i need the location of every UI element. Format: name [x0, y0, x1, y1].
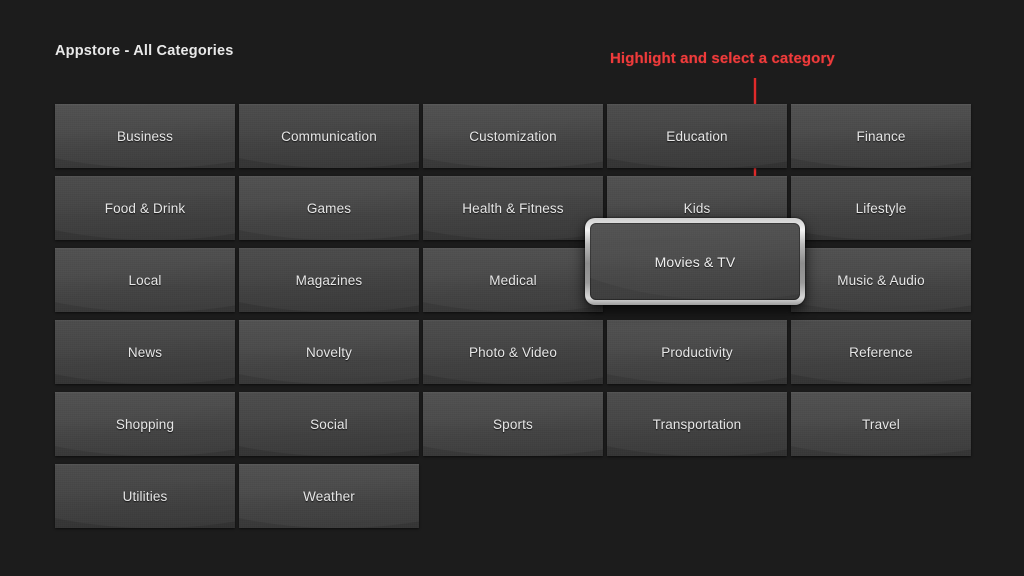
category-tile[interactable]: Shopping	[55, 392, 235, 456]
category-tile-label: Music & Audio	[837, 272, 925, 288]
category-tile-label: Business	[117, 128, 173, 144]
category-tile[interactable]: Health & Fitness	[423, 176, 603, 240]
category-tile-label: Lifestyle	[855, 200, 907, 216]
category-tile-label: Finance	[856, 128, 906, 144]
category-tile[interactable]: Local	[55, 248, 235, 312]
category-tile[interactable]: Utilities	[55, 464, 235, 528]
category-tile-label: Food & Drink	[104, 200, 186, 216]
category-tile-label: Magazines	[295, 272, 363, 288]
category-tile[interactable]: Reference	[791, 320, 971, 384]
category-tile[interactable]: Games	[239, 176, 419, 240]
category-tile[interactable]: Productivity	[607, 320, 787, 384]
category-tile[interactable]: Travel	[791, 392, 971, 456]
category-tile-label: Medical	[489, 272, 537, 288]
category-tile[interactable]: Music & Audio	[791, 248, 971, 312]
category-tile-label: Customization	[469, 128, 557, 144]
category-tile-selected[interactable]: Movies & TV	[585, 218, 805, 312]
category-tile-label: Kids	[683, 200, 711, 216]
category-tile[interactable]: News	[55, 320, 235, 384]
category-tile[interactable]: Communication	[239, 104, 419, 168]
category-tile[interactable]: Finance	[791, 104, 971, 168]
category-tile-label: Transportation	[652, 416, 742, 432]
category-tile-label: Novelty	[305, 344, 353, 360]
category-tile[interactable]: Education	[607, 104, 787, 168]
category-tile-label: Reference	[849, 344, 913, 360]
category-tile[interactable]: Transportation	[607, 392, 787, 456]
category-tile[interactable]: Medical	[423, 248, 603, 312]
selection-highlight-frame: Movies & TV	[585, 218, 805, 305]
category-tile[interactable]: Sports	[423, 392, 603, 456]
category-tile-label: Photo & Video	[468, 344, 558, 360]
category-tile[interactable]: Food & Drink	[55, 176, 235, 240]
category-tile-label: Communication	[281, 128, 377, 144]
category-tile-label: Health & Fitness	[462, 200, 564, 216]
category-tile-label: Local	[128, 272, 162, 288]
category-tile-label: Sports	[493, 416, 533, 432]
page-title: Appstore - All Categories	[55, 43, 234, 59]
category-tile-label: Shopping	[115, 416, 175, 432]
category-tile-label: Games	[306, 200, 352, 216]
category-tile-label: Movies & TV	[654, 253, 736, 270]
annotation-label: Highlight and select a category	[610, 50, 835, 67]
category-tile[interactable]: Photo & Video	[423, 320, 603, 384]
category-tile[interactable]: Novelty	[239, 320, 419, 384]
category-tile[interactable]: Lifestyle	[791, 176, 971, 240]
category-grid: Business Communication Customization Educat…	[55, 104, 971, 528]
category-tile-label: Weather	[303, 488, 355, 504]
category-tile[interactable]: Business	[55, 104, 235, 168]
category-tile[interactable]: Weather	[239, 464, 419, 528]
category-tile[interactable]: Customization	[423, 104, 603, 168]
category-tile-label: Education	[666, 128, 728, 144]
category-tile-label: News	[127, 344, 163, 360]
appstore-categories-screen: Appstore - All Categories Highlight and …	[0, 0, 1024, 576]
category-tile-label: Travel	[862, 416, 900, 432]
category-tile-label: Productivity	[661, 344, 733, 360]
tile-surface: Movies & TV	[590, 223, 800, 300]
category-tile-label: Utilities	[122, 488, 168, 504]
category-tile[interactable]: Magazines	[239, 248, 419, 312]
category-tile[interactable]: Social	[239, 392, 419, 456]
category-tile-label: Social	[310, 416, 348, 432]
